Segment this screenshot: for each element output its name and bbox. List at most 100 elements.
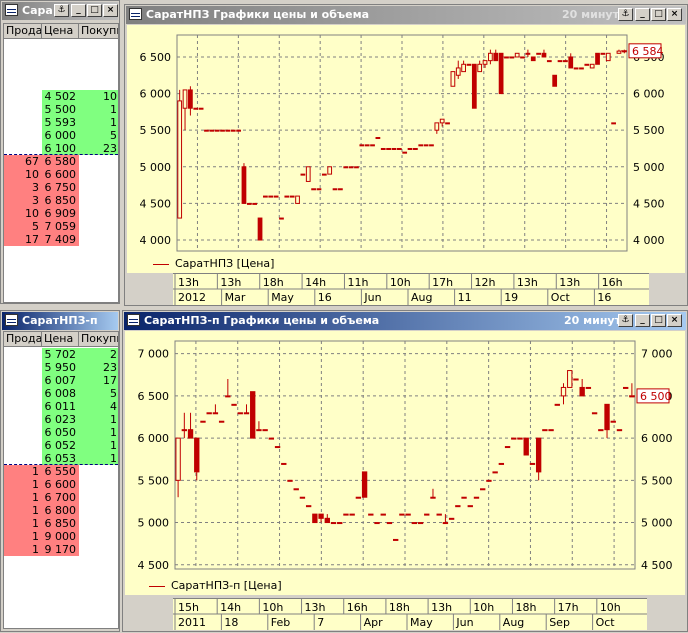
candle-body bbox=[324, 517, 330, 524]
order-book-row[interactable]: 5 702 2 bbox=[4, 348, 118, 361]
order-book-row[interactable]: 19 000 bbox=[4, 530, 118, 543]
time-label-bottom: 2011 bbox=[178, 616, 206, 629]
price-cell: 7 409 bbox=[42, 233, 79, 246]
close-button[interactable]: × bbox=[103, 4, 118, 17]
chart-window-1: СаратНПЗ Графики цены и объема 20 минут … bbox=[124, 4, 688, 306]
time-label-top: 17h bbox=[558, 601, 579, 614]
candle-body bbox=[330, 522, 337, 525]
anchor-icon[interactable]: ⚓ bbox=[618, 314, 633, 327]
order-book-row[interactable]: 4 502 10 bbox=[4, 90, 118, 103]
candle-body bbox=[434, 122, 440, 131]
time-label-top: 18h bbox=[515, 601, 536, 614]
chart-1-svg[interactable]: 4 000 4 000 4 500 4 500 5 000 5 000 5 500 5 500… bbox=[127, 25, 685, 273]
order-book-2-header: Прода Цена Покупка bbox=[4, 332, 118, 347]
candle-body bbox=[568, 56, 574, 69]
minimize-button[interactable]: _ bbox=[635, 314, 650, 327]
order-book-row[interactable]: 16 850 bbox=[4, 517, 118, 530]
candle-body bbox=[605, 52, 611, 62]
order-book-row[interactable]: 6 023 1 bbox=[4, 413, 118, 426]
candle-body bbox=[209, 129, 215, 132]
candle-body bbox=[477, 63, 483, 73]
chart-2-titlebar[interactable]: СаратНПЗ-п Графики цены и объема 20 мину… bbox=[124, 312, 686, 330]
chart-2-legend: СаратНПЗ-п [Цена] bbox=[149, 579, 282, 592]
header-buy[interactable]: Покупка bbox=[79, 332, 118, 346]
sell-volume-cell bbox=[4, 387, 42, 400]
price-cell: 6 800 bbox=[42, 504, 79, 517]
anchor-icon[interactable]: ⚓ bbox=[54, 4, 69, 17]
order-book-row[interactable]: 16 800 bbox=[4, 504, 118, 517]
header-price[interactable]: Цена bbox=[42, 24, 79, 38]
candle-body bbox=[418, 144, 424, 147]
chart-1-titlebar[interactable]: СаратНПЗ Графики цены и объема 20 минут … bbox=[126, 6, 686, 24]
time-label-bottom: 19 bbox=[504, 291, 518, 304]
candle-body bbox=[424, 513, 430, 516]
chart-2-title: СаратНПЗ-п Графики цены и объема bbox=[144, 314, 380, 327]
candle-body bbox=[284, 195, 290, 198]
order-book-row[interactable]: 5 950 23 bbox=[4, 361, 118, 374]
chart-2-svg[interactable]: 4 500 4 500 5 000 5 000 5 500 5 500 6 000 6 000… bbox=[125, 331, 685, 595]
price-cell: 6 580 bbox=[42, 155, 79, 168]
order-book-1-table[interactable]: Прода Цена Покупка 4 502105 50015 59316 … bbox=[3, 23, 119, 303]
order-book-row[interactable]: 17 7 409 bbox=[4, 233, 118, 246]
order-book-row[interactable]: 6 007 17 bbox=[4, 374, 118, 387]
order-book-row[interactable]: 6 000 5 bbox=[4, 129, 118, 142]
order-book-row[interactable]: 5 593 1 bbox=[4, 116, 118, 129]
chart-2-time-axis: 15h 14h 10h 13h 16h 18h 13h 10h 18h 17h 10h 2011 18 F… bbox=[173, 598, 647, 630]
time-label-top: 10h bbox=[600, 601, 621, 614]
order-book-row[interactable]: 6 008 5 bbox=[4, 387, 118, 400]
order-book-row[interactable]: 16 600 bbox=[4, 478, 118, 491]
time-label-bottom: Sep bbox=[549, 616, 570, 629]
order-book-row[interactable]: 57 059 bbox=[4, 220, 118, 233]
y-tick-label-right: 4 000 bbox=[633, 234, 665, 247]
chart-window-2: СаратНПЗ-п Графики цены и объема 20 мину… bbox=[122, 310, 688, 632]
header-sell[interactable]: Прода bbox=[4, 332, 42, 346]
order-book-row[interactable]: 6 050 1 bbox=[4, 426, 118, 439]
candle-body bbox=[552, 74, 558, 87]
order-book-row[interactable]: 16 550 bbox=[4, 465, 118, 478]
header-price[interactable]: Цена bbox=[42, 332, 79, 346]
close-button[interactable]: × bbox=[667, 8, 682, 21]
order-book-row[interactable]: 36 750 bbox=[4, 181, 118, 194]
order-book-2-table[interactable]: Прода Цена Покупка 5 70225 950236 007176… bbox=[3, 331, 119, 629]
order-book-row[interactable]: 16 700 bbox=[4, 491, 118, 504]
buy-volume-cell: 5 bbox=[79, 129, 118, 142]
legend-line-icon bbox=[153, 263, 169, 265]
minimize-button[interactable]: _ bbox=[635, 8, 650, 21]
header-sell[interactable]: Прода bbox=[4, 24, 42, 38]
candle-body bbox=[488, 52, 493, 62]
maximize-button[interactable]: □ bbox=[651, 314, 666, 327]
candle-body bbox=[492, 471, 498, 474]
order-book-row[interactable]: 5 500 1 bbox=[4, 103, 118, 116]
candle-body bbox=[262, 429, 268, 432]
order-book-row[interactable]: 6 011 4 bbox=[4, 400, 118, 413]
buy-volume-cell: 5 bbox=[79, 387, 118, 400]
price-cell: 6 011 bbox=[42, 400, 79, 413]
buy-volume-cell: 1 bbox=[79, 413, 118, 426]
price-cell: 5 950 bbox=[42, 361, 79, 374]
maximize-button[interactable]: □ bbox=[651, 8, 666, 21]
sell-volume-cell: 3 bbox=[4, 194, 42, 207]
minimize-button[interactable]: _ bbox=[71, 4, 86, 17]
candle-body bbox=[511, 437, 517, 440]
time-label-bottom: Oct bbox=[596, 616, 616, 629]
chart-2-area[interactable]: 4 500 4 500 5 000 5 000 5 500 5 500 6 000 6 000… bbox=[125, 331, 685, 595]
y-tick-label-left: 4 000 bbox=[140, 234, 172, 247]
anchor-icon[interactable]: ⚓ bbox=[618, 8, 633, 21]
maximize-button[interactable]: □ bbox=[87, 4, 102, 17]
order-book-row[interactable]: 19 170 bbox=[4, 543, 118, 556]
header-buy[interactable]: Покупка bbox=[79, 24, 118, 38]
order-book-row[interactable]: 36 850 bbox=[4, 194, 118, 207]
candle-body bbox=[230, 129, 236, 132]
order-book-row[interactable]: 67 6 580 bbox=[4, 155, 118, 168]
order-book-row[interactable]: 10 6 600 bbox=[4, 168, 118, 181]
sell-volume-cell: 1 bbox=[4, 465, 42, 478]
order-book-2-titlebar[interactable]: СаратНПЗ-п bbox=[2, 312, 118, 330]
chart-1-area[interactable]: 4 000 4 000 4 500 4 500 5 000 5 000 5 500 5 500… bbox=[127, 25, 685, 273]
candle-body bbox=[231, 403, 237, 406]
close-button[interactable]: × bbox=[667, 314, 682, 327]
time-label-top: 14h bbox=[305, 276, 326, 289]
order-book-row[interactable]: 6 052 1 bbox=[4, 439, 118, 452]
order-book-row[interactable]: 10 6 909 bbox=[4, 207, 118, 220]
candle-body bbox=[243, 412, 250, 415]
order-book-1-titlebar[interactable]: Сара ⚓ _ □ × bbox=[2, 2, 118, 20]
